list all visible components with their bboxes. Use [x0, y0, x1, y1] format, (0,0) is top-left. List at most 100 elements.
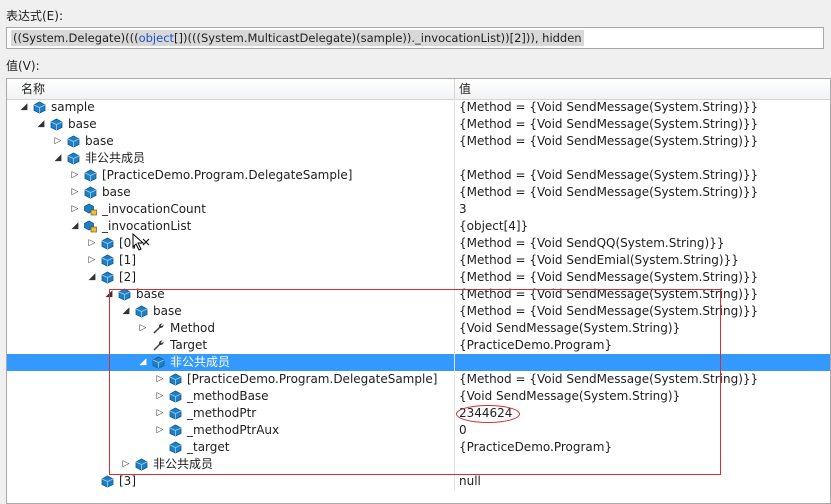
object-icon — [67, 152, 80, 165]
expression-keyword: object — [138, 31, 175, 45]
row-value: {Method = {Void SendMessage(System.Strin… — [459, 287, 759, 301]
row-name: [2] — [119, 270, 136, 284]
collapse-arrow-icon[interactable]: ◢ — [104, 289, 114, 299]
row-name: base — [68, 117, 97, 131]
tree-row[interactable]: ◢ 非公共成员 — [7, 354, 830, 371]
column-divider-line — [454, 150, 455, 167]
column-divider-line — [454, 218, 455, 235]
column-divider-line — [454, 286, 455, 303]
column-divider-line — [454, 371, 455, 388]
column-divider-line — [454, 388, 455, 405]
expand-arrow-icon[interactable]: ▷ — [155, 391, 165, 401]
tree-row[interactable]: ▷ [1] {Method = {Void SendEmial(System.Str… — [7, 252, 830, 269]
object-icon — [67, 135, 80, 148]
tree-row[interactable]: ◢ [2] {Method = {Void SendMessage(System.S… — [7, 269, 830, 286]
object-icon — [152, 356, 165, 369]
tree-row[interactable]: ▷ [PracticeDemo.Program.DelegateSample] {M… — [7, 167, 830, 184]
column-divider-line — [454, 133, 455, 150]
tree-row[interactable]: ▷ _invocationCount 3 — [7, 201, 830, 218]
row-name: base — [153, 304, 182, 318]
column-divider-line — [454, 99, 455, 116]
tree-row[interactable]: ◢ sample {Method = {Void SendMessage(Syste… — [7, 99, 830, 116]
row-name: [PracticeDemo.Program.DelegateSample] — [187, 372, 438, 386]
object-icon — [169, 390, 182, 403]
row-name: [1] — [119, 253, 136, 267]
object-icon — [101, 271, 114, 284]
tree-row[interactable]: ▷ _methodPtrAux 0 — [7, 422, 830, 439]
object-icon — [135, 305, 148, 318]
expand-arrow-icon[interactable]: ▷ — [87, 238, 97, 248]
column-divider-line — [454, 473, 455, 490]
object-icon — [84, 186, 97, 199]
object-icon — [169, 407, 182, 420]
expand-arrow-icon[interactable]: ▷ — [53, 136, 63, 146]
tree-row[interactable]: Target {PracticeDemo.Program} — [7, 337, 830, 354]
name-column-header[interactable]: 名称 — [21, 79, 45, 99]
expand-arrow-icon[interactable]: ▷ — [138, 323, 148, 333]
row-value: {Void SendMessage(System.String)} — [459, 321, 681, 335]
tree-row[interactable]: ◢ base {Method = {Void SendMessage(System.… — [7, 116, 830, 133]
row-name: base — [85, 134, 114, 148]
tree-row[interactable]: ▷ base {Method = {Void SendMessage(System.… — [7, 184, 830, 201]
row-name: base — [136, 287, 165, 301]
row-name: Target — [170, 338, 208, 352]
row-value: {Method = {Void SendMessage(System.Strin… — [459, 185, 759, 199]
tree-row[interactable]: ▷ [PracticeDemo.Program.DelegateSample] {M… — [7, 371, 830, 388]
collapse-arrow-icon[interactable]: ◢ — [19, 102, 29, 112]
tree-row[interactable]: ▷ _methodPtr 2344624 — [7, 405, 830, 422]
object-icon — [169, 373, 182, 386]
object-icon — [118, 288, 131, 301]
expand-arrow-icon[interactable]: ▷ — [155, 425, 165, 435]
expression-input[interactable]: ((System.Delegate)(((object[])(((System.… — [6, 27, 824, 49]
object-icon — [169, 424, 182, 437]
object-icon — [101, 237, 114, 250]
collapse-arrow-icon[interactable]: ◢ — [53, 153, 63, 163]
row-value: {object[4]} — [459, 219, 529, 233]
mouse-cursor-icon — [132, 233, 150, 251]
expand-arrow-icon[interactable]: ▷ — [70, 204, 80, 214]
collapse-arrow-icon[interactable]: ◢ — [121, 306, 131, 316]
row-name: _methodPtr — [187, 406, 257, 420]
collapse-arrow-icon[interactable]: ◢ — [36, 119, 46, 129]
collapse-arrow-icon[interactable]: ◢ — [138, 357, 148, 367]
row-value: {Method = {Void SendMessage(System.Strin… — [459, 100, 759, 114]
expand-arrow-icon[interactable]: ▷ — [155, 374, 165, 384]
column-divider-line — [454, 422, 455, 439]
row-value: {Method = {Void SendMessage(System.Strin… — [459, 270, 759, 284]
tree-row[interactable]: ▷ Method {Void SendMessage(System.String)} — [7, 320, 830, 337]
row-name: _target — [187, 440, 230, 454]
value-column-header[interactable]: 值 — [459, 79, 471, 99]
row-value: 0 — [459, 423, 467, 437]
collapse-arrow-icon[interactable]: ◢ — [87, 272, 97, 282]
object-icon — [101, 475, 114, 488]
tree-row[interactable]: ◢ base {Method = {Void SendMessage(System.… — [7, 286, 830, 303]
row-value: {Method = {Void SendMessage(System.Strin… — [459, 372, 759, 386]
row-name: base — [102, 185, 131, 199]
expand-arrow-icon[interactable]: ▷ — [87, 255, 97, 265]
expression-suffix: [])(((System.MulticastDelegate)(sample))… — [174, 31, 582, 45]
column-divider-line — [454, 303, 455, 320]
expression-text: ((System.Delegate)(((object[])(((System.… — [11, 30, 584, 46]
tree-row[interactable]: ▷ _methodBase {Void SendMessage(System.Str… — [7, 388, 830, 405]
expand-arrow-icon[interactable]: ▷ — [70, 187, 80, 197]
expand-arrow-icon[interactable]: ▷ — [70, 170, 80, 180]
expand-arrow-icon[interactable]: ▷ — [155, 408, 165, 418]
wrench-icon — [152, 339, 165, 352]
column-divider-line — [454, 269, 455, 286]
tree-row[interactable]: ▷ base {Method = {Void SendMessage(System.… — [7, 133, 830, 150]
tree-row[interactable]: _target {PracticeDemo.Program} — [7, 439, 830, 456]
tree-row[interactable]: ◢ base {Method = {Void SendMessage(System.… — [7, 303, 830, 320]
collapse-arrow-icon[interactable]: ◢ — [70, 221, 80, 231]
row-value: {Method = {Void SendMessage(System.Strin… — [459, 117, 759, 131]
value-tree-grid[interactable]: 名称 值 ◢ sample {Method = {Void SendMessage(… — [6, 78, 831, 504]
row-value: {Method = {Void SendQQ(System.String)}} — [459, 236, 725, 250]
expand-arrow-icon[interactable]: ▷ — [121, 459, 131, 469]
tree-row[interactable]: [3] null — [7, 473, 830, 490]
tree-row[interactable]: ◢ 非公共成员 — [7, 150, 830, 167]
column-divider[interactable] — [454, 79, 455, 99]
object-icon — [169, 441, 182, 454]
tree-row[interactable]: ▷ 非公共成员 — [7, 456, 830, 473]
row-value: {Method = {Void SendMessage(System.Strin… — [459, 168, 759, 182]
column-divider-line — [454, 184, 455, 201]
grid-header: 名称 值 — [7, 79, 830, 100]
